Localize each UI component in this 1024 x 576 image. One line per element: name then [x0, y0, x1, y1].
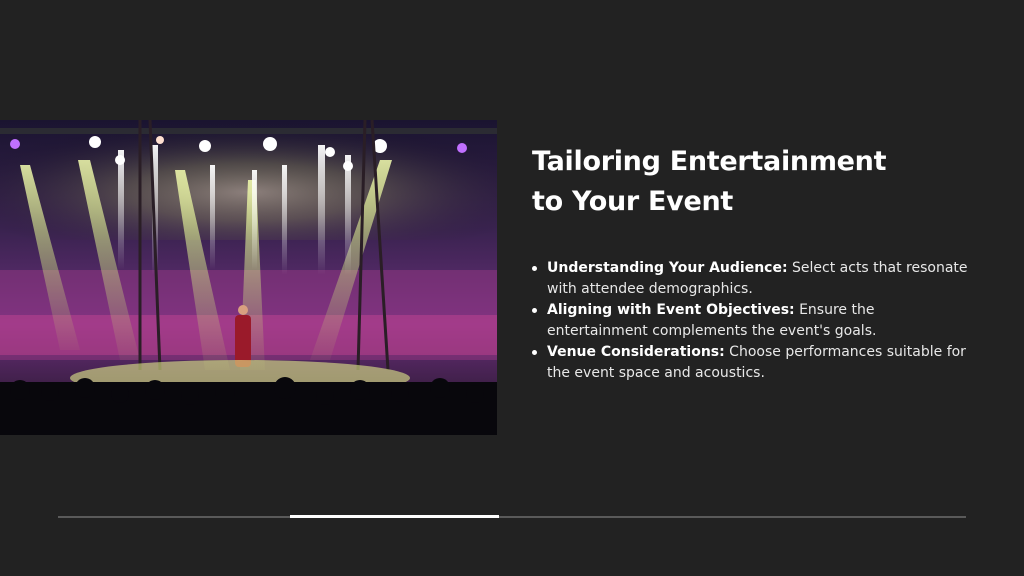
- bullet-item: Venue Considerations: Choose performance…: [532, 342, 972, 384]
- bullet-dot-icon: [532, 308, 537, 313]
- bullet-dot-icon: [532, 350, 537, 355]
- stage-photo: [0, 120, 497, 435]
- title-line-1: Tailoring Entertainment: [532, 146, 887, 177]
- bullet-label: Venue Considerations:: [547, 344, 725, 360]
- title-line-2: to Your Event: [532, 186, 733, 217]
- bullet-label: Understanding Your Audience:: [547, 260, 788, 276]
- stage-performance-image: [0, 120, 497, 435]
- bullet-dot-icon: [532, 266, 537, 271]
- bullet-item: Understanding Your Audience: Select acts…: [532, 258, 972, 300]
- bullet-label: Aligning with Event Objectives:: [547, 302, 795, 318]
- slide-progress-bar[interactable]: [58, 515, 966, 518]
- bullet-item: Aligning with Event Objectives: Ensure t…: [532, 300, 972, 342]
- bullet-list: Understanding Your Audience: Select acts…: [532, 258, 972, 384]
- slide-progress-fill: [290, 515, 499, 518]
- slide-title: Tailoring Entertainment to Your Event: [532, 142, 972, 222]
- slide-content: Tailoring Entertainment to Your Event Un…: [532, 142, 972, 384]
